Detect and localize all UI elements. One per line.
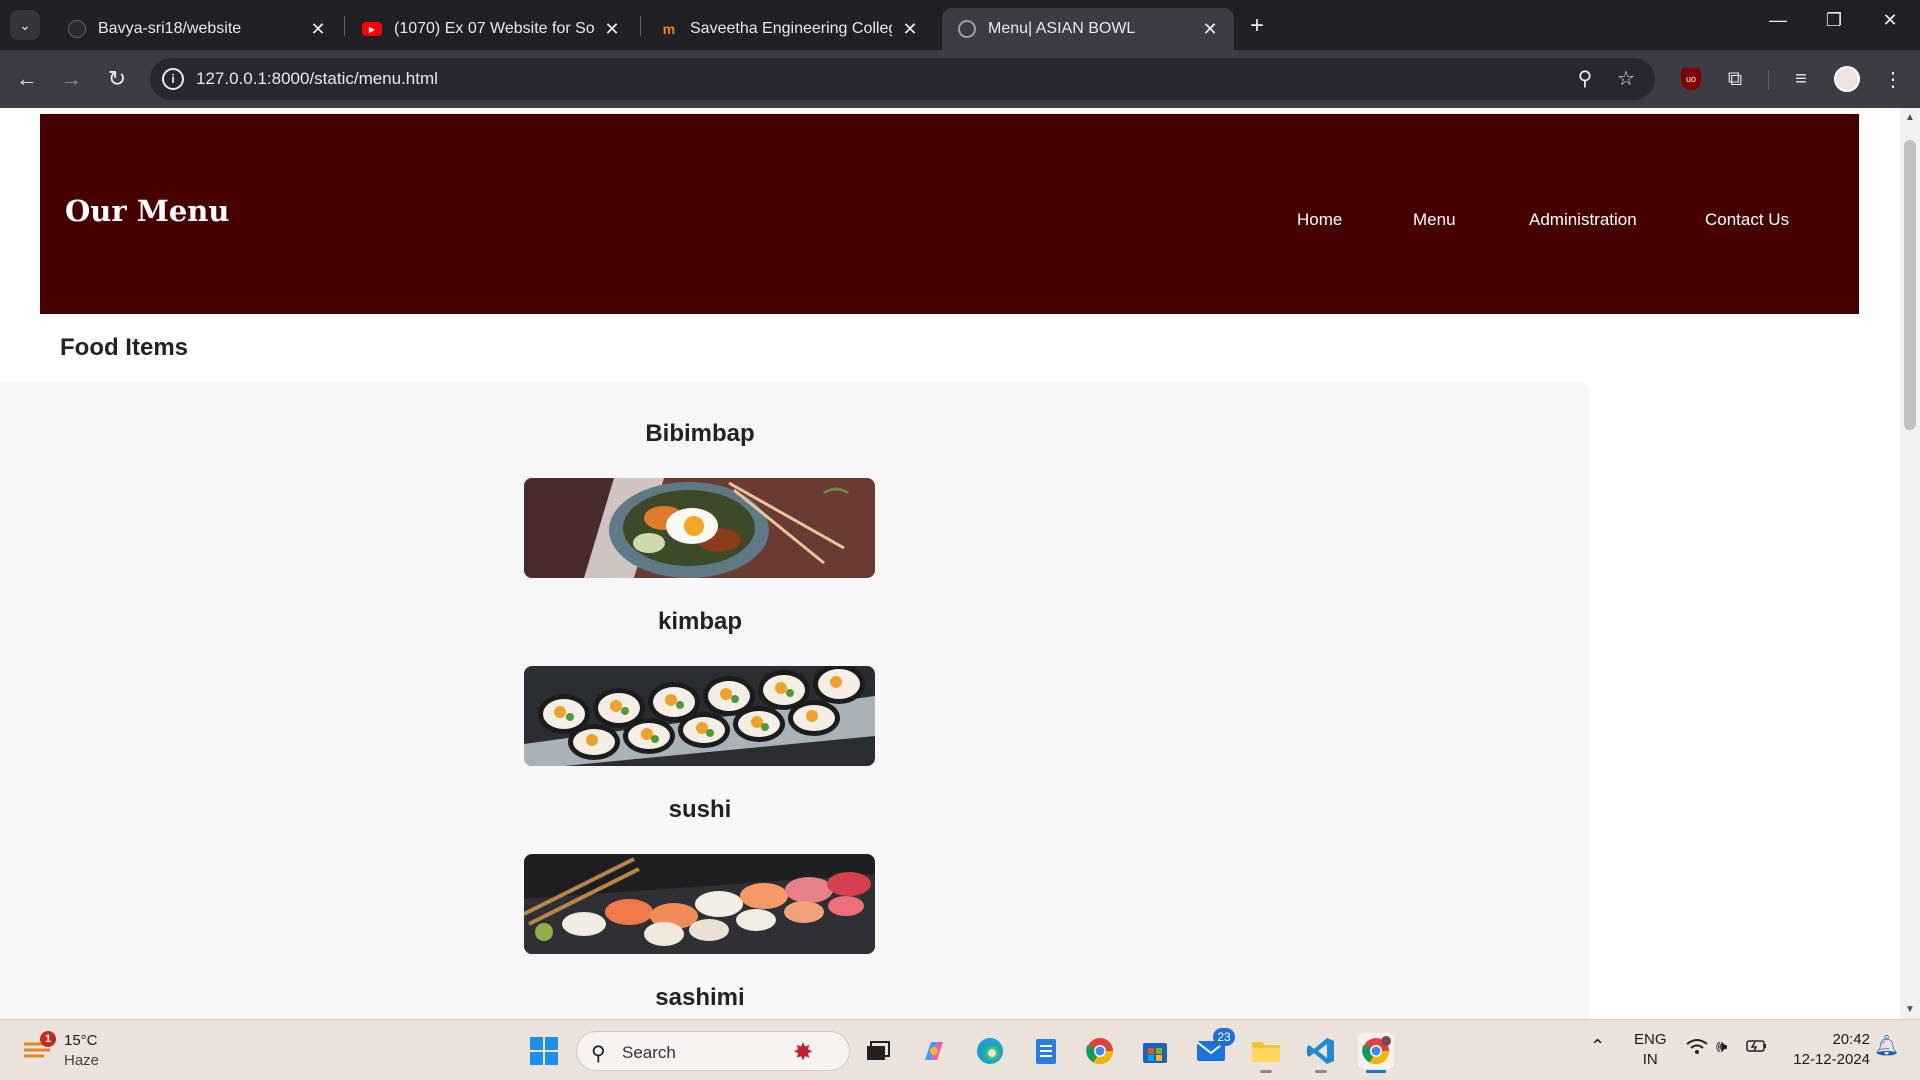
nav-link-administration[interactable]: Administration [1529,210,1637,230]
profile-avatar[interactable] [1832,64,1862,94]
tab-title: Bavya-sri18/website [98,20,242,37]
edge-browser-icon[interactable] [972,1033,1008,1069]
weather-condition[interactable]: Haze [64,1052,99,1069]
page-title: Our Menu [65,194,230,228]
running-indicator [1260,1070,1272,1073]
system-clock[interactable]: 20:42 12-12-2024 [1782,1030,1870,1070]
windows-start-icon[interactable] [526,1033,562,1069]
close-tab-icon[interactable]: ✕ [1200,19,1220,40]
clock-time: 20:42 [1832,1031,1870,1048]
active-app-indicator [1366,1070,1386,1073]
ublock-icon[interactable]: uo [1676,64,1706,94]
mail-unread-badge: 23 [1213,1028,1235,1046]
menu-items-panel: Bibimbap kimbap sushi sashimi [0,382,1590,1019]
moodle-icon: m [662,21,676,37]
section-heading: Food Items [60,334,189,361]
chrome-profile-icon[interactable] [1358,1033,1394,1073]
tab-youtube[interactable]: ▶ (1070) Ex 07 Website for Softwa ✕ [346,8,636,50]
copilot-icon[interactable] [916,1033,952,1069]
globe-icon [958,20,976,38]
minimize-icon[interactable]: — [1758,10,1798,31]
volume-icon[interactable]: 🕪 [1716,1036,1727,1056]
vscode-icon[interactable] [1303,1033,1339,1073]
mail-icon[interactable]: 23 [1193,1028,1235,1069]
wifi-icon[interactable] [1686,1038,1708,1062]
nav-link-home[interactable]: Home [1297,210,1342,230]
search-icon: ⚲ [591,1043,606,1065]
battery-icon[interactable] [1746,1038,1768,1060]
windows-taskbar: 1 15°C Haze ⚲ Search ✸ 23 ⌃ ENG IN 🕪 20:… [0,1019,1920,1080]
microsoft-store-icon[interactable] [1137,1033,1173,1069]
back-arrow-icon[interactable]: ← [12,64,42,94]
tab-github[interactable]: Bavya-sri18/website ✕ [52,8,342,50]
weather-notification-badge: 1 [40,1031,56,1047]
region-code: IN [1642,1051,1658,1068]
scroll-up-arrow-icon[interactable]: ▲ [1900,112,1920,123]
more-menu-icon[interactable]: ⋮ [1878,64,1908,94]
tab-title: Menu| ASIAN BOWL [988,20,1136,37]
search-label: Search [622,1043,676,1062]
scroll-down-arrow-icon[interactable]: ▼ [1900,1004,1920,1015]
menu-item-name: sushi [668,796,732,823]
toolbar-divider [1768,70,1769,90]
notification-bell-icon[interactable]: 🔔︎ [1874,1036,1899,1056]
browser-tab-bar: ⌄ Bavya-sri18/website ✕ ▶ (1070) Ex 07 W… [0,0,1920,50]
weather-temperature[interactable]: 15°C [64,1032,98,1049]
tab-search-chevron-icon[interactable]: ⌄ [10,10,40,40]
address-bar[interactable]: i 127.0.0.1:8000/static/menu.html ⚲ ☆ [150,58,1655,100]
new-tab-plus-icon[interactable]: + [1244,12,1270,40]
nav-link-menu[interactable]: Menu [1413,210,1456,230]
tab-title: (1070) Ex 07 Website for Softwa [394,20,594,37]
tab-menu-asian-bowl[interactable]: Menu| ASIAN BOWL ✕ [942,8,1234,50]
nav-link-contact-us[interactable]: Contact Us [1705,210,1789,230]
taskbar-search-box[interactable]: ⚲ Search ✸ [576,1031,850,1071]
close-window-icon[interactable]: ✕ [1870,10,1910,31]
site-header: Our Menu Home Menu Administration Contac… [40,114,1859,314]
close-tab-icon[interactable]: ✕ [900,19,920,40]
github-icon [68,20,86,38]
menu-item-name: Bibimbap [645,420,755,447]
forward-arrow-icon[interactable]: → [56,64,86,94]
input-language[interactable]: ENG IN [1634,1030,1667,1070]
tab-separator [344,16,345,36]
browser-toolbar: ← → ↻ i 127.0.0.1:8000/static/menu.html … [0,50,1920,108]
scrollbar-thumb[interactable] [1904,140,1916,430]
zoom-icon[interactable]: ⚲ [1572,66,1598,91]
extensions-puzzle-icon[interactable]: ⧉ [1720,64,1750,94]
youtube-icon: ▶ [362,22,382,36]
bookmark-star-icon[interactable]: ☆ [1613,66,1639,91]
url-text[interactable]: 127.0.0.1:8000/static/menu.html [196,69,438,89]
close-tab-icon[interactable]: ✕ [308,19,328,40]
menu-item-name: sashimi [655,984,745,1011]
restore-icon[interactable]: ❐ [1814,10,1854,31]
language-code: ENG [1634,1031,1667,1048]
page-scrollbar[interactable]: ▲ ▼ [1900,108,1920,1019]
notepad-icon[interactable] [1028,1033,1064,1069]
tab-separator [640,16,641,36]
clock-date: 12-12-2024 [1793,1051,1870,1068]
chrome-icon[interactable] [1082,1033,1118,1069]
show-hidden-icons-chevron-icon[interactable]: ⌃ [1590,1036,1605,1056]
task-view-icon[interactable] [860,1033,896,1069]
tab-title: Saveetha Engineering College: L [690,20,892,37]
file-explorer-icon[interactable] [1248,1033,1284,1073]
poinsettia-icon: ✸ [793,1039,814,1066]
site-info-icon[interactable]: i [162,68,184,90]
page-viewport: Our Menu Home Menu Administration Contac… [0,108,1920,1019]
reload-icon[interactable]: ↻ [102,64,132,94]
sushi-image [524,854,875,954]
bibimbap-image [524,478,875,578]
menu-item-name: kimbap [657,608,743,635]
tab-saveetha[interactable]: m Saveetha Engineering College: L ✕ [644,8,934,50]
kimbap-image [524,666,875,766]
media-control-icon[interactable]: ≡ [1786,64,1816,94]
close-tab-icon[interactable]: ✕ [602,19,622,40]
running-indicator [1315,1070,1327,1073]
